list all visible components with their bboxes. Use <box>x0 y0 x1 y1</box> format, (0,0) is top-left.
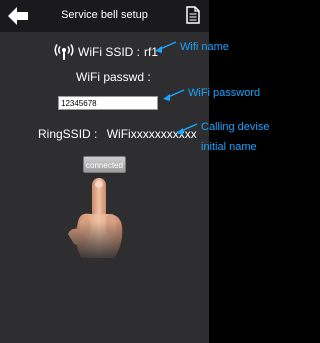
annotation-wifi-name: Wifi name <box>180 41 229 53</box>
document-icon[interactable] <box>186 6 200 24</box>
wifi-ssid-label: WiFi SSID : <box>78 45 140 59</box>
annotation-wifi-password: WiFi password <box>188 87 261 99</box>
phone-screen: Service bell setup WiFi SSID : rf1 WiFi … <box>0 0 209 343</box>
arrow-to-password-icon <box>163 89 185 101</box>
arrow-to-ssid-icon <box>155 41 177 53</box>
top-bar: Service bell setup <box>0 0 209 32</box>
ring-ssid-row: RingSSID : WiFixxxxxxxxxxx <box>38 127 197 141</box>
annotation-calling-line2: initial name <box>201 141 257 153</box>
wifi-signal-icon <box>54 44 74 60</box>
wifi-ssid-row: WiFi SSID : rf1 <box>54 43 158 61</box>
ring-ssid-label: RingSSID : <box>38 127 98 141</box>
page-title: Service bell setup <box>61 9 148 21</box>
wifi-password-input[interactable] <box>58 96 158 110</box>
wifi-passwd-label: WiFi passwd : <box>76 70 151 84</box>
connect-button[interactable]: connected <box>83 156 126 173</box>
pointing-hand-icon <box>68 178 123 258</box>
annotation-calling-line1: Calling devise <box>201 121 270 133</box>
arrow-to-ring-ssid-icon <box>176 123 198 135</box>
